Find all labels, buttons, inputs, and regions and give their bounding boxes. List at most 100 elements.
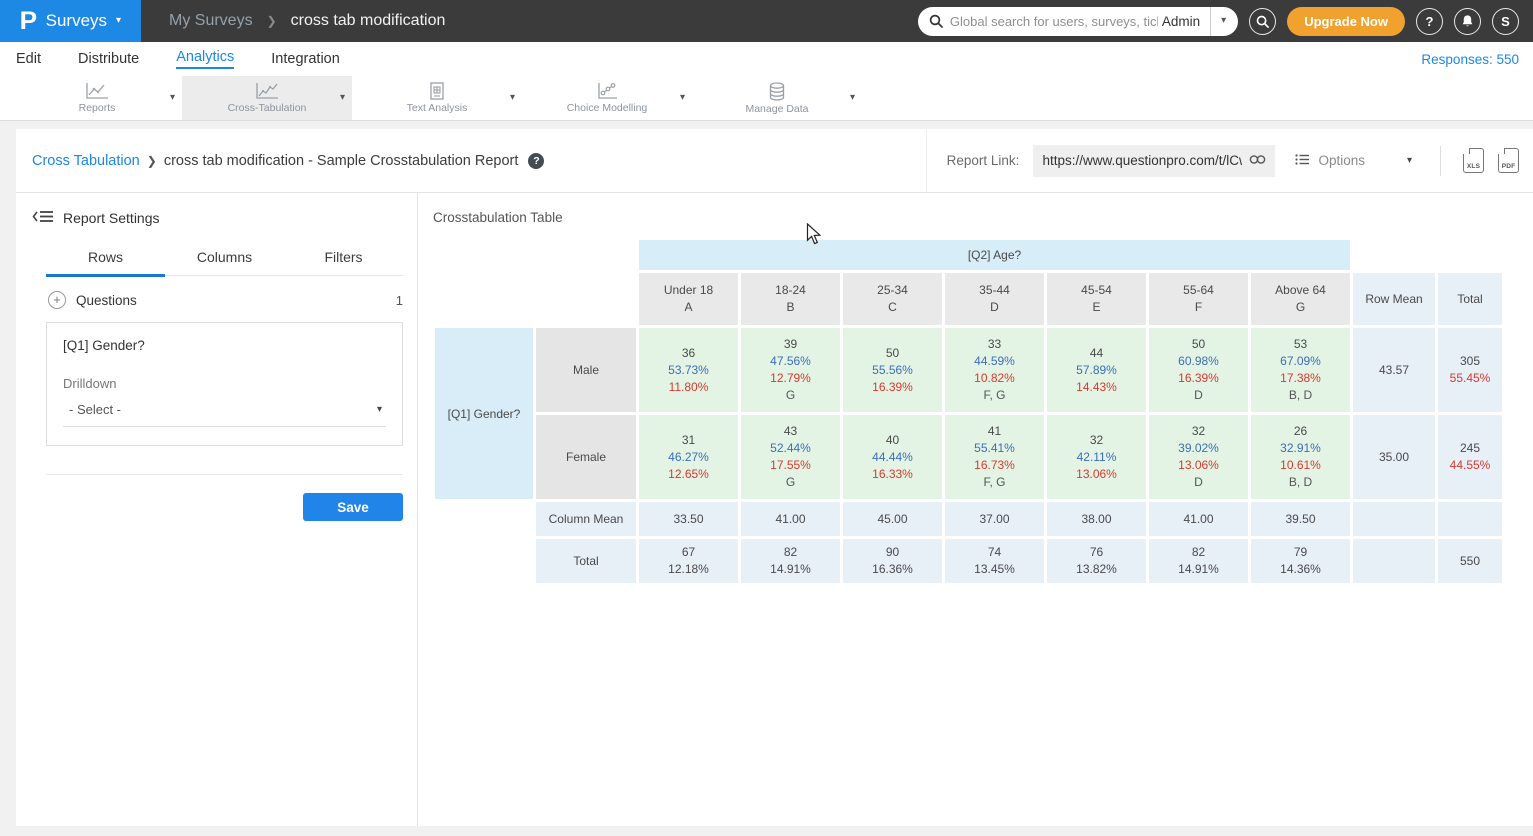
tab-rows[interactable]: Rows xyxy=(46,249,165,277)
column-mean-cell: 39.50 xyxy=(1251,502,1350,536)
collapse-panel-icon[interactable] xyxy=(32,209,54,227)
cell-row-pct: 42.11% xyxy=(1047,449,1146,466)
report-card: Cross Tabulation ❯ cross tab modificatio… xyxy=(16,129,1533,826)
cross-tabulation-link[interactable]: Cross Tabulation xyxy=(32,153,140,169)
cell-col-pct: 10.61% xyxy=(1251,457,1350,474)
tool-reports[interactable]: Reports ▾ xyxy=(12,76,182,120)
cell-row-pct: 47.56% xyxy=(741,353,840,370)
column-label: 35-44 xyxy=(945,282,1044,299)
tab-columns[interactable]: Columns xyxy=(165,249,284,277)
breadcrumb-my-surveys[interactable]: My Surveys xyxy=(169,12,253,30)
export-pdf-button[interactable]: PDF xyxy=(1498,148,1519,173)
survey-nav: Edit Distribute Analytics Integration Re… xyxy=(0,42,1533,76)
save-button[interactable]: Save xyxy=(303,493,403,521)
help-icon[interactable]: ? xyxy=(528,153,544,169)
cell-row-pct: 67.09% xyxy=(1251,353,1350,370)
cell-count: 53 xyxy=(1251,336,1350,353)
cell-count: 32 xyxy=(1047,432,1146,449)
row-mean-cell: 35.00 xyxy=(1353,415,1435,499)
cell-count: 50 xyxy=(843,345,942,362)
notifications-button[interactable] xyxy=(1454,8,1481,35)
cell-count: 31 xyxy=(639,432,738,449)
cell-col-pct: 12.65% xyxy=(639,466,738,483)
totals-label: Total xyxy=(536,539,636,583)
divider xyxy=(1440,146,1441,176)
drilldown-value: - Select - xyxy=(69,402,121,417)
search-button[interactable] xyxy=(1249,8,1276,35)
total-count: 76 xyxy=(1047,544,1146,561)
report-breadcrumb: Cross Tabulation ❯ cross tab modificatio… xyxy=(16,153,926,169)
tool-cross-tabulation[interactable]: Cross-Tabulation ▾ xyxy=(182,76,352,120)
add-question-icon[interactable]: + xyxy=(48,291,66,309)
chevron-down-icon[interactable]: ▾ xyxy=(170,93,175,103)
breadcrumb-survey-name: cross tab modification xyxy=(291,12,446,30)
options-dropdown[interactable]: Options ▾ xyxy=(1289,153,1418,169)
row-mean-header: Row Mean xyxy=(1353,273,1435,325)
column-header: Under 18A xyxy=(639,273,738,325)
options-label: Options xyxy=(1318,153,1365,168)
scatter-chart-icon xyxy=(595,82,619,101)
column-letter: D xyxy=(945,299,1044,316)
cell-col-pct: 17.38% xyxy=(1251,370,1350,387)
totals-row: Total6712.18%8214.91%9016.36%7413.45%761… xyxy=(435,539,1502,583)
questions-count-badge: 1 xyxy=(396,293,403,308)
nav-integration[interactable]: Integration xyxy=(271,51,340,67)
crosstab-title: Crosstabulation Table xyxy=(433,210,1533,225)
line-chart-icon xyxy=(254,82,280,101)
chevron-down-icon[interactable]: ▾ xyxy=(850,93,855,103)
column-mean-cell: 41.00 xyxy=(1149,502,1248,536)
upgrade-now-button[interactable]: Upgrade Now xyxy=(1287,7,1405,36)
spacer-cell xyxy=(435,539,533,583)
report-link-group: Report Link: https://www.questionpro.com… xyxy=(926,129,1533,192)
chevron-down-icon[interactable]: ▾ xyxy=(340,93,345,103)
product-switcher[interactable]: P Surveys ▾ xyxy=(0,0,141,42)
chevron-down-icon[interactable]: ▾ xyxy=(510,93,515,103)
tool-choice-modelling[interactable]: Choice Modelling ▾ xyxy=(522,76,692,120)
row-total-cell: 24544.55% xyxy=(1438,415,1502,499)
nav-analytics[interactable]: Analytics xyxy=(176,49,234,69)
settings-tabs: Rows Columns Filters xyxy=(46,249,403,276)
search-input[interactable] xyxy=(950,14,1158,29)
total-count: 74 xyxy=(945,544,1044,561)
age-question-header: [Q2] Age? xyxy=(639,240,1350,270)
crosstab-cell: 3344.59%10.82%F, G xyxy=(945,328,1044,412)
tab-filters[interactable]: Filters xyxy=(284,249,403,277)
column-header: Above 64G xyxy=(1251,273,1350,325)
cell-count: 36 xyxy=(639,345,738,362)
drilldown-label: Drilldown xyxy=(63,376,386,391)
cell-col-pct: 13.06% xyxy=(1047,466,1146,483)
spacer-cell xyxy=(435,240,636,270)
crosstab-cell: 3947.56%12.79%G xyxy=(741,328,840,412)
gender-row: [Q1] Gender?Male3653.73%11.80%3947.56%12… xyxy=(435,328,1502,412)
responses-count: Responses: 550 xyxy=(1421,52,1533,67)
cell-col-pct: 12.79% xyxy=(741,370,840,387)
page-content: Cross Tabulation ❯ cross tab modificatio… xyxy=(0,121,1533,836)
column-letter: B xyxy=(741,299,840,316)
analytics-toolbar: Reports ▾ Cross-Tabulation ▾ Text Analys… xyxy=(0,76,1533,121)
column-label: 18-24 xyxy=(741,282,840,299)
column-mean-cell: 38.00 xyxy=(1047,502,1146,536)
crosstab-cell: 3239.02%13.06%D xyxy=(1149,415,1248,499)
avatar[interactable]: S xyxy=(1492,8,1519,35)
total-count: 79 xyxy=(1251,544,1350,561)
total-pct: 12.18% xyxy=(639,561,738,578)
tool-text-analysis[interactable]: Text Analysis ▾ xyxy=(352,76,522,120)
report-link-box[interactable]: https://www.questionpro.com/t/lCw3Zc xyxy=(1033,145,1275,177)
export-xls-button[interactable]: XLS xyxy=(1463,148,1484,173)
tool-label: Cross-Tabulation xyxy=(228,102,307,114)
drilldown-select[interactable]: - Select - ▾ xyxy=(63,393,386,427)
crosstab-cell: 5055.56%16.39% xyxy=(843,328,942,412)
search-scope-dropdown[interactable]: ▾ xyxy=(1211,7,1238,36)
crosstab-cell: 4044.44%16.33% xyxy=(843,415,942,499)
tool-manage-data[interactable]: Manage Data ▾ xyxy=(692,76,862,120)
column-label: 55-64 xyxy=(1149,282,1248,299)
question-title: [Q1] Gender? xyxy=(63,338,386,353)
column-header-row: Under 18A18-24B25-34C35-44D45-54E55-64FA… xyxy=(435,273,1502,325)
nav-edit[interactable]: Edit xyxy=(16,51,41,67)
nav-distribute[interactable]: Distribute xyxy=(78,51,139,67)
help-button[interactable]: ? xyxy=(1416,8,1443,35)
link-icon[interactable] xyxy=(1249,152,1266,170)
report-link-url[interactable]: https://www.questionpro.com/t/lCw3Zc xyxy=(1042,153,1242,168)
crosstab-cell: 3146.27%12.65% xyxy=(639,415,738,499)
chevron-down-icon[interactable]: ▾ xyxy=(680,93,685,103)
